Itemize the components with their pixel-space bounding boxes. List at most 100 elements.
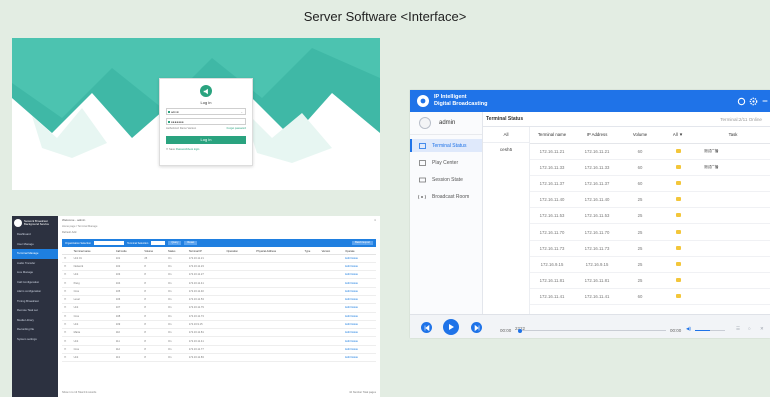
caret-down-icon[interactable]: ▼: [679, 132, 683, 137]
reset-button[interactable]: Reset: [184, 241, 198, 245]
terminal-row[interactable]: 172.16.9.15 172.16.9.15 25: [530, 256, 770, 274]
row-checkbox[interactable]: ☐: [62, 345, 72, 355]
row-actions[interactable]: Edit Delete: [343, 287, 376, 297]
col-status-filter[interactable]: All ▼: [660, 127, 696, 144]
row-checkbox[interactable]: ☐: [62, 320, 72, 330]
remember-row[interactable]: ☐ Save Password/Auto login: [166, 148, 246, 151]
gear-icon[interactable]: [748, 96, 758, 106]
password-field[interactable]: ●●●●●●●: [166, 118, 246, 125]
export-button[interactable]: Batch Export: [352, 241, 373, 245]
terminal-row[interactable]: 172.16.11.53 172.16.11.53 25: [530, 207, 770, 225]
close-icon[interactable]: ×: [374, 218, 376, 225]
username: admin: [439, 120, 456, 126]
next-icon[interactable]: [471, 322, 482, 333]
terminal-row[interactable]: 172.16.11.33 172.16.11.33 60 测试广播: [530, 159, 770, 176]
table-row[interactable]: ☐ Unit 113 8 On 172.16.11.83 Edit Delete: [62, 353, 376, 363]
login-button[interactable]: Log in: [166, 136, 246, 144]
sidebar-item[interactable]: Terminal Manage: [12, 249, 58, 259]
row-checkbox[interactable]: ☐: [62, 295, 72, 305]
row-actions[interactable]: Edit Delete: [343, 312, 376, 321]
progress-knob[interactable]: [518, 328, 522, 333]
row-checkbox[interactable]: ☐: [62, 353, 72, 363]
row-checkbox[interactable]: ☐: [62, 254, 72, 263]
row-actions[interactable]: Edit Delete: [343, 262, 376, 272]
admin-tools[interactable]: Refresh Add: [62, 231, 376, 238]
query-button[interactable]: Query: [168, 241, 182, 245]
row-checkbox[interactable]: ☐: [62, 278, 72, 288]
refresh-icon[interactable]: [736, 96, 746, 106]
table-row[interactable]: ☐ Pang 104 8 On 172.16.11.41 Edit Delete: [62, 278, 376, 288]
terminal-row[interactable]: 172.16.11.21 172.16.11.21 60 测试广播: [530, 143, 770, 160]
org-select[interactable]: [94, 241, 125, 245]
previous-icon[interactable]: [421, 322, 432, 333]
table-row[interactable]: ☐ Unit 103 8 On 172.16.11.27 Edit Delete: [62, 270, 376, 280]
sidebar-item[interactable]: Dashboard: [12, 230, 58, 240]
row-actions[interactable]: Edit Delete: [343, 303, 376, 313]
row-actions[interactable]: Edit Delete: [343, 353, 376, 363]
terminal-row[interactable]: 172.16.11.73 172.16.11.73 25: [530, 240, 770, 257]
progress-slider[interactable]: [518, 328, 666, 333]
row-actions[interactable]: Edit Delete: [343, 328, 376, 338]
table-row[interactable]: ☐ Cres 105 8 On 172.16.11.40 Edit Delete: [62, 287, 376, 297]
row-actions[interactable]: Edit Delete: [343, 270, 376, 280]
terminal-task: [696, 288, 770, 306]
terminal-row[interactable]: 172.16.11.81 172.16.11.81 25: [530, 272, 770, 290]
table-row[interactable]: ☐ Unit 111 8 On 172.16.11.41 Edit Delete: [62, 336, 376, 346]
table-row[interactable]: ☐ Level 106 8 On 172.16.11.53 Edit Delete: [62, 295, 376, 305]
loop-icon[interactable]: ○: [748, 326, 751, 331]
table-row[interactable]: ☐ Cres 108 8 On 172.16.11.73 Edit Delete: [62, 312, 376, 321]
nav-session-state[interactable]: Session State: [410, 173, 482, 186]
row-checkbox[interactable]: ☐: [62, 303, 72, 313]
row-actions[interactable]: Edit Delete: [343, 278, 376, 288]
sidebar-item[interactable]: Alarm configuration: [12, 287, 58, 297]
sidebar-item[interactable]: Call Configuration: [12, 278, 58, 288]
volume-icon[interactable]: ◀): [686, 326, 691, 332]
row-actions[interactable]: Edit Delete: [343, 345, 376, 355]
row-checkbox[interactable]: ☐: [62, 328, 72, 338]
sidebar-item[interactable]: Remote Task set: [12, 306, 58, 316]
row-actions[interactable]: Edit Delete: [343, 320, 376, 330]
sidebar-item[interactable]: User Manage: [12, 240, 58, 250]
username-field[interactable]: admin ⌄: [166, 108, 246, 115]
table-row[interactable]: ☐ Maria 110 8 On 172.16.11.81 Edit Delete: [62, 328, 376, 338]
list-mode-icon[interactable]: ☰: [736, 326, 740, 332]
sidebar-item[interactable]: Audio Transfer: [12, 259, 58, 269]
play-icon[interactable]: [443, 319, 459, 335]
table-row[interactable]: ☐ Cres 112 8 On 172.16.11.77 Edit Delete: [62, 345, 376, 355]
forget-password-link[interactable]: Forget password: [227, 127, 246, 130]
nav-terminal-status[interactable]: Terminal Status: [410, 139, 482, 152]
table-row[interactable]: ☐ Unit 107 8 On 172.16.11.79 Edit Delete: [62, 303, 376, 313]
row-checkbox[interactable]: ☐: [62, 336, 72, 346]
sidebar-item[interactable]: System settings: [12, 335, 58, 345]
auto-login-link[interactable]: Password/Auto login: [176, 148, 200, 151]
row-checkbox[interactable]: ☐: [62, 270, 72, 280]
row-actions[interactable]: Edit Delete: [343, 336, 376, 346]
table-row[interactable]: ☐ Unit 109 8 On 172.16.9.15 Edit Delete: [62, 320, 376, 330]
row-checkbox[interactable]: ☐: [62, 312, 72, 321]
row-checkbox[interactable]: ☐: [62, 262, 72, 272]
row-actions[interactable]: Edit Delete: [343, 295, 376, 305]
table-row[interactable]: ☐ Network 102 8 On 172.16.11.23 Edit Delete: [62, 262, 376, 272]
table-row[interactable]: ☐ Unit 01 101 25 On 172.16.11.21 Edit Delete: [62, 254, 376, 263]
chevron-down-icon[interactable]: ⌄: [240, 109, 243, 115]
minimize-icon[interactable]: [760, 96, 770, 106]
terminal-row[interactable]: 172.16.11.70 172.16.11.70 25: [530, 223, 770, 241]
group-item[interactable]: cesh5: [483, 143, 529, 157]
sidebar-item[interactable]: Live Manage: [12, 268, 58, 278]
row-checkbox[interactable]: ☐: [62, 287, 72, 297]
terminal-row[interactable]: 172.16.11.37 172.16.11.37 60: [530, 175, 770, 193]
close-icon[interactable]: ✕: [760, 326, 764, 332]
terminal-row[interactable]: 172.16.11.40 172.16.11.40 25: [530, 191, 770, 209]
terminal-select[interactable]: [151, 241, 166, 245]
sidebar-item[interactable]: Media Library: [12, 316, 58, 326]
volume-slider[interactable]: [695, 330, 725, 331]
table-cell: [224, 320, 255, 330]
nav-play-center[interactable]: Play Center: [410, 156, 482, 169]
terminal-row[interactable]: 172.16.11.41 172.16.11.41 60: [530, 288, 770, 306]
sidebar-item[interactable]: Timing Broadcast: [12, 297, 58, 307]
nav-broadcast-room[interactable]: Broadcast Room: [410, 190, 482, 203]
row-actions[interactable]: Edit Delete: [343, 254, 376, 263]
page-controls[interactable]: 10 Number Total pages: [349, 391, 376, 396]
sidebar-item[interactable]: Recording file: [12, 325, 58, 335]
group-all[interactable]: All: [483, 127, 529, 143]
